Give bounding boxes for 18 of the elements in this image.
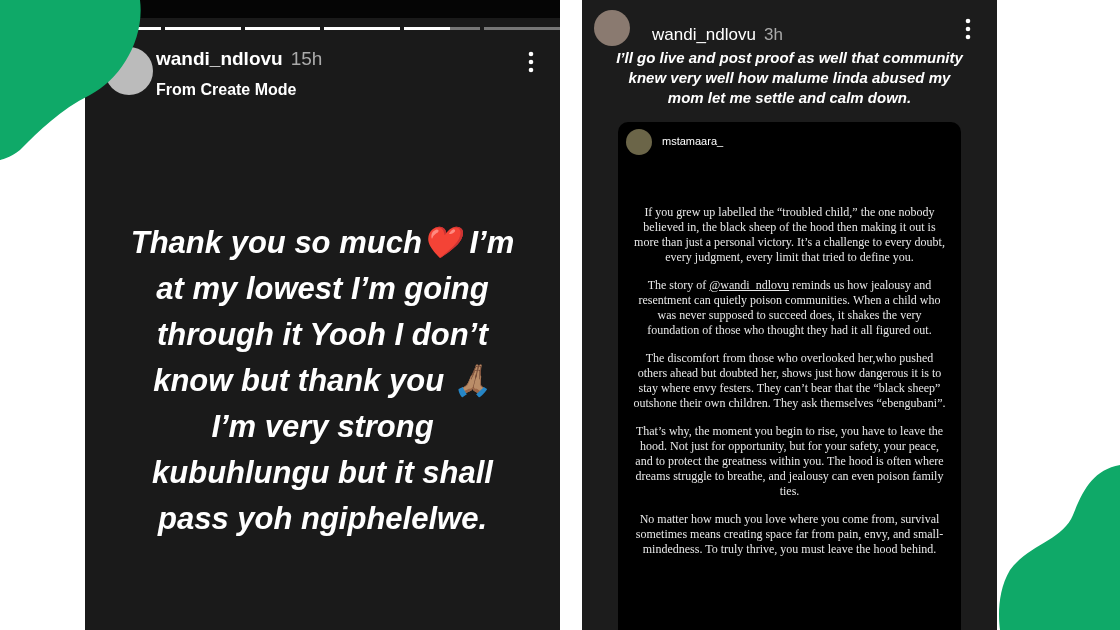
shared-post-card[interactable] bbox=[618, 121, 961, 630]
more-options-icon[interactable] bbox=[965, 18, 971, 40]
story-caption: I’ll go live and post proof as well that community knew very well how malume linda abused my mom let me settle and calm down. bbox=[615, 47, 965, 108]
more-options-icon[interactable] bbox=[528, 51, 534, 73]
post-paragraph: The story of @wandi_ndlovu reminds us how jealousy and resentment can quietly poison communities. When a child who was never supposed to succeed does, it shakes the very foundation of those who thought they had it all figured out. bbox=[637, 277, 942, 338]
post-paragraph: That’s why, the moment you begin to rise, you have to leave the hood. Not just for opportunity, but for your safety, your peace, and to protect the greatness within you. The hood is often where dreams struggle to breathe, and jealousy can even poison family ties. bbox=[634, 423, 945, 499]
post-paragraph: No matter how much you love where you come from, survival sometimes means creating space far from pain, envy, and small-mindedness. To truly thrive, you must leave the hood behind. bbox=[634, 511, 945, 557]
username[interactable]: mstamaara_ bbox=[662, 133, 724, 150]
post-paragraph: If you grew up labelled the “troubled child,” the one nobody believed in, the black sheep of the hood then making it out is more than just a personal victory. It’s a challenge to every doubt, every judgment, every limit that tried to define you. bbox=[633, 204, 946, 265]
username[interactable]: wandi_ndlovu bbox=[156, 45, 283, 74]
timestamp: 3h bbox=[763, 24, 783, 46]
mention-link[interactable]: @wandi_ndlovu bbox=[709, 277, 790, 292]
post-paragraph: The discomfort from those who overlooked her,who pushed others ahead but doubted her, shows just how dangerous it is to stay where envy festers. They can’t bear that the “black sheep” outshone their own children. They ask themselves “ebengubani”. bbox=[632, 350, 947, 411]
story-caption: Thank you so much❤ I’m at my lowest I’m going through it Yooh I don’t know but thank you 🙏🏽 I’m very strong kubuhlungu but it shall pass yoh ngiphelelwe. bbox=[129, 223, 516, 538]
username[interactable]: wandi_ndlovu bbox=[652, 22, 756, 48]
subtitle: From Create Mode bbox=[156, 79, 298, 100]
avatar[interactable] bbox=[594, 10, 630, 46]
timestamp: 15h bbox=[290, 47, 323, 71]
